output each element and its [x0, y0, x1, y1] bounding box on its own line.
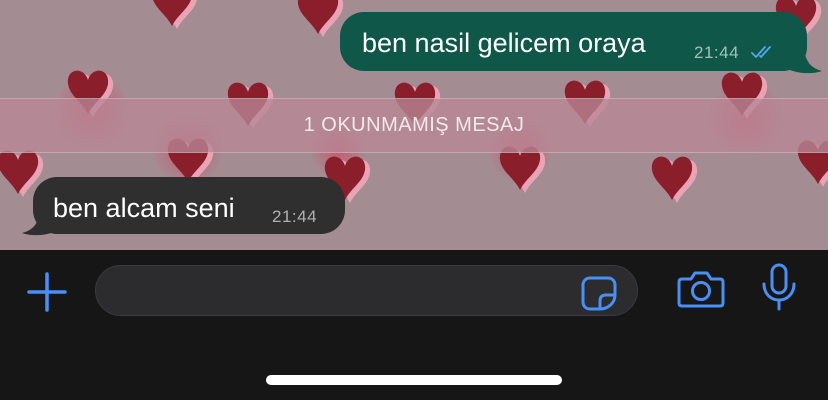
message-time: 21:44 [694, 43, 740, 62]
double-check-icon [751, 46, 771, 58]
sticker-icon[interactable] [580, 275, 618, 311]
unread-messages-banner: 1 OKUNMAMIŞ MESAJ [0, 98, 828, 153]
message-input[interactable] [95, 265, 638, 317]
message-input-field[interactable] [114, 266, 578, 317]
microphone-icon[interactable] [759, 262, 799, 314]
chat-wallpaper: 1 OKUNMAMIŞ MESAJ ben nasil gelicem oray… [0, 0, 828, 250]
plus-icon[interactable] [26, 271, 68, 313]
camera-icon[interactable] [677, 269, 725, 309]
message-text: ben alcam seni [53, 193, 235, 223]
outgoing-message[interactable]: ben nasil gelicem oraya 21:44 [340, 12, 807, 71]
message-text: ben nasil gelicem oraya [362, 28, 646, 58]
incoming-message[interactable]: ben alcam seni 21:44 [33, 177, 345, 234]
message-time: 21:44 [272, 207, 318, 226]
unread-banner-label: 1 OKUNMAMIŞ MESAJ [303, 114, 525, 136]
home-indicator[interactable] [266, 375, 562, 385]
